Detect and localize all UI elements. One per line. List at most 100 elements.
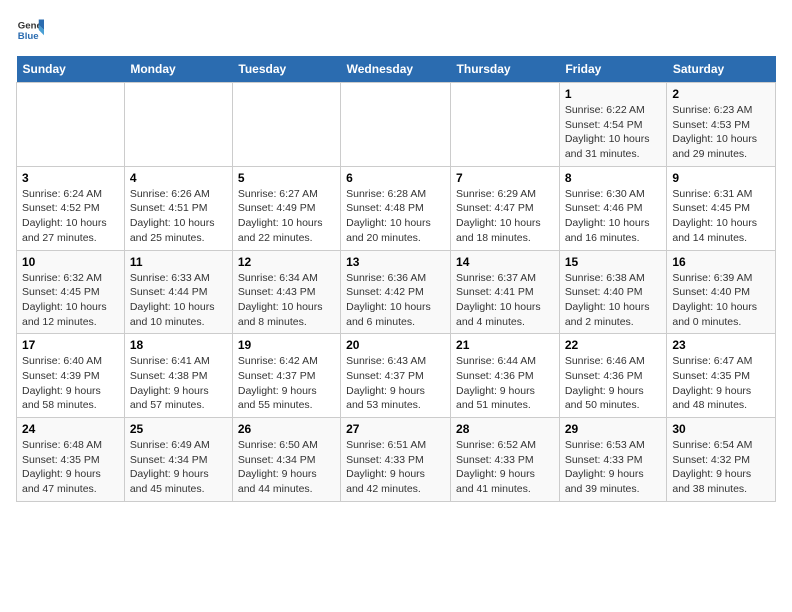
calendar-cell: 2Sunrise: 6:23 AM Sunset: 4:53 PM Daylig… — [667, 83, 776, 167]
day-info: Sunrise: 6:48 AM Sunset: 4:35 PM Dayligh… — [22, 438, 119, 497]
calendar-cell: 7 Sunrise: 6:29 AM Sunset: 4:47 PM Daylig… — [451, 166, 560, 250]
column-header-tuesday: Tuesday — [232, 56, 340, 83]
calendar-cell: 25 Sunrise: 6:49 AM Sunset: 4:34 PM Dayli… — [124, 418, 232, 502]
day-info: Sunrise: 6:54 AM Sunset: 4:32 PM Dayligh… — [672, 438, 770, 497]
day-number: 13 — [346, 255, 445, 269]
day-info: Sunrise: 6:36 AM Sunset: 4:42 PM Dayligh… — [346, 271, 445, 330]
calendar-cell: 9 Sunrise: 6:31 AM Sunset: 4:45 PM Daylig… — [667, 166, 776, 250]
calendar-cell — [17, 83, 125, 167]
calendar-cell: 19 Sunrise: 6:42 AM Sunset: 4:37 PM Dayli… — [232, 334, 340, 418]
day-info: Sunrise: 6:37 AM Sunset: 4:41 PM Dayligh… — [456, 271, 554, 330]
calendar-header-row: SundayMondayTuesdayWednesdayThursdayFrid… — [17, 56, 776, 83]
calendar-cell: 30 Sunrise: 6:54 AM Sunset: 4:32 PM Dayli… — [667, 418, 776, 502]
day-info: Sunrise: 6:44 AM Sunset: 4:36 PM Dayligh… — [456, 354, 554, 413]
column-header-wednesday: Wednesday — [341, 56, 451, 83]
day-number: 28 — [456, 422, 554, 436]
day-info: Sunrise: 6:38 AM Sunset: 4:40 PM Dayligh… — [565, 271, 662, 330]
day-info: Sunrise: 6:50 AM Sunset: 4:34 PM Dayligh… — [238, 438, 335, 497]
day-number: 9 — [672, 171, 770, 185]
calendar-cell: 17 Sunrise: 6:40 AM Sunset: 4:39 PM Dayli… — [17, 334, 125, 418]
svg-text:Blue: Blue — [18, 31, 39, 42]
day-number: 4 — [130, 171, 227, 185]
day-info: Sunrise: 6:27 AM Sunset: 4:49 PM Dayligh… — [238, 187, 335, 246]
day-number: 12 — [238, 255, 335, 269]
page-header: General Blue — [16, 16, 776, 44]
day-info: Sunrise: 6:34 AM Sunset: 4:43 PM Dayligh… — [238, 271, 335, 330]
day-info: Sunrise: 6:22 AM Sunset: 4:54 PM Dayligh… — [565, 103, 662, 162]
day-info: Sunrise: 6:47 AM Sunset: 4:35 PM Dayligh… — [672, 354, 770, 413]
day-number: 8 — [565, 171, 662, 185]
calendar-week-3: 10 Sunrise: 6:32 AM Sunset: 4:45 PM Dayli… — [17, 250, 776, 334]
calendar-week-1: 1 Sunrise: 6:22 AM Sunset: 4:54 PM Daylig… — [17, 83, 776, 167]
calendar-cell — [124, 83, 232, 167]
calendar-cell: 3 Sunrise: 6:24 AM Sunset: 4:52 PM Daylig… — [17, 166, 125, 250]
day-info: Sunrise: 6:41 AM Sunset: 4:38 PM Dayligh… — [130, 354, 227, 413]
day-info: Sunrise: 6:30 AM Sunset: 4:46 PM Dayligh… — [565, 187, 662, 246]
day-number: 22 — [565, 338, 662, 352]
calendar-cell: 12 Sunrise: 6:34 AM Sunset: 4:43 PM Dayli… — [232, 250, 340, 334]
column-header-saturday: Saturday — [667, 56, 776, 83]
column-header-sunday: Sunday — [17, 56, 125, 83]
day-info: Sunrise: 6:26 AM Sunset: 4:51 PM Dayligh… — [130, 187, 227, 246]
day-number: 18 — [130, 338, 227, 352]
day-info: Sunrise: 6:39 AM Sunset: 4:40 PM Dayligh… — [672, 271, 770, 330]
day-number: 21 — [456, 338, 554, 352]
column-header-friday: Friday — [559, 56, 667, 83]
calendar-cell: 23 Sunrise: 6:47 AM Sunset: 4:35 PM Dayli… — [667, 334, 776, 418]
day-number: 2 — [672, 87, 770, 101]
calendar-cell: 20Sunrise: 6:43 AM Sunset: 4:37 PM Dayli… — [341, 334, 451, 418]
day-info: Sunrise: 6:40 AM Sunset: 4:39 PM Dayligh… — [22, 354, 119, 413]
column-header-monday: Monday — [124, 56, 232, 83]
logo-icon: General Blue — [16, 16, 44, 44]
calendar-cell: 13 Sunrise: 6:36 AM Sunset: 4:42 PM Dayli… — [341, 250, 451, 334]
calendar-cell: 18 Sunrise: 6:41 AM Sunset: 4:38 PM Dayli… — [124, 334, 232, 418]
calendar-cell: 21 Sunrise: 6:44 AM Sunset: 4:36 PM Dayli… — [451, 334, 560, 418]
day-info: Sunrise: 6:42 AM Sunset: 4:37 PM Dayligh… — [238, 354, 335, 413]
calendar-week-5: 24Sunrise: 6:48 AM Sunset: 4:35 PM Dayli… — [17, 418, 776, 502]
day-number: 11 — [130, 255, 227, 269]
day-number: 14 — [456, 255, 554, 269]
calendar-cell: 14 Sunrise: 6:37 AM Sunset: 4:41 PM Dayli… — [451, 250, 560, 334]
day-number: 3 — [22, 171, 119, 185]
day-number: 1 — [565, 87, 662, 101]
day-number: 5 — [238, 171, 335, 185]
column-header-thursday: Thursday — [451, 56, 560, 83]
day-info: Sunrise: 6:49 AM Sunset: 4:34 PM Dayligh… — [130, 438, 227, 497]
calendar-cell: 16 Sunrise: 6:39 AM Sunset: 4:40 PM Dayli… — [667, 250, 776, 334]
day-info: Sunrise: 6:29 AM Sunset: 4:47 PM Dayligh… — [456, 187, 554, 246]
calendar-cell: 6Sunrise: 6:28 AM Sunset: 4:48 PM Daylig… — [341, 166, 451, 250]
day-number: 19 — [238, 338, 335, 352]
day-number: 23 — [672, 338, 770, 352]
day-number: 29 — [565, 422, 662, 436]
day-info: Sunrise: 6:24 AM Sunset: 4:52 PM Dayligh… — [22, 187, 119, 246]
calendar-cell: 5 Sunrise: 6:27 AM Sunset: 4:49 PM Daylig… — [232, 166, 340, 250]
calendar-week-2: 3 Sunrise: 6:24 AM Sunset: 4:52 PM Daylig… — [17, 166, 776, 250]
day-number: 20 — [346, 338, 445, 352]
calendar-cell: 1 Sunrise: 6:22 AM Sunset: 4:54 PM Daylig… — [559, 83, 667, 167]
day-info: Sunrise: 6:32 AM Sunset: 4:45 PM Dayligh… — [22, 271, 119, 330]
calendar-cell: 4 Sunrise: 6:26 AM Sunset: 4:51 PM Daylig… — [124, 166, 232, 250]
calendar-cell: 11 Sunrise: 6:33 AM Sunset: 4:44 PM Dayli… — [124, 250, 232, 334]
day-info: Sunrise: 6:51 AM Sunset: 4:33 PM Dayligh… — [346, 438, 445, 497]
day-info: Sunrise: 6:53 AM Sunset: 4:33 PM Dayligh… — [565, 438, 662, 497]
day-number: 17 — [22, 338, 119, 352]
day-number: 6 — [346, 171, 445, 185]
day-number: 16 — [672, 255, 770, 269]
day-info: Sunrise: 6:31 AM Sunset: 4:45 PM Dayligh… — [672, 187, 770, 246]
calendar-week-4: 17 Sunrise: 6:40 AM Sunset: 4:39 PM Dayli… — [17, 334, 776, 418]
calendar-cell: 22 Sunrise: 6:46 AM Sunset: 4:36 PM Dayli… — [559, 334, 667, 418]
day-number: 30 — [672, 422, 770, 436]
day-number: 25 — [130, 422, 227, 436]
day-info: Sunrise: 6:46 AM Sunset: 4:36 PM Dayligh… — [565, 354, 662, 413]
calendar-cell: 28 Sunrise: 6:52 AM Sunset: 4:33 PM Dayli… — [451, 418, 560, 502]
calendar-cell — [451, 83, 560, 167]
calendar-cell — [232, 83, 340, 167]
calendar-cell — [341, 83, 451, 167]
day-info: Sunrise: 6:33 AM Sunset: 4:44 PM Dayligh… — [130, 271, 227, 330]
calendar-cell: 10 Sunrise: 6:32 AM Sunset: 4:45 PM Dayli… — [17, 250, 125, 334]
calendar-cell: 8 Sunrise: 6:30 AM Sunset: 4:46 PM Daylig… — [559, 166, 667, 250]
day-number: 10 — [22, 255, 119, 269]
day-number: 7 — [456, 171, 554, 185]
calendar-cell: 15Sunrise: 6:38 AM Sunset: 4:40 PM Dayli… — [559, 250, 667, 334]
day-info: Sunrise: 6:52 AM Sunset: 4:33 PM Dayligh… — [456, 438, 554, 497]
